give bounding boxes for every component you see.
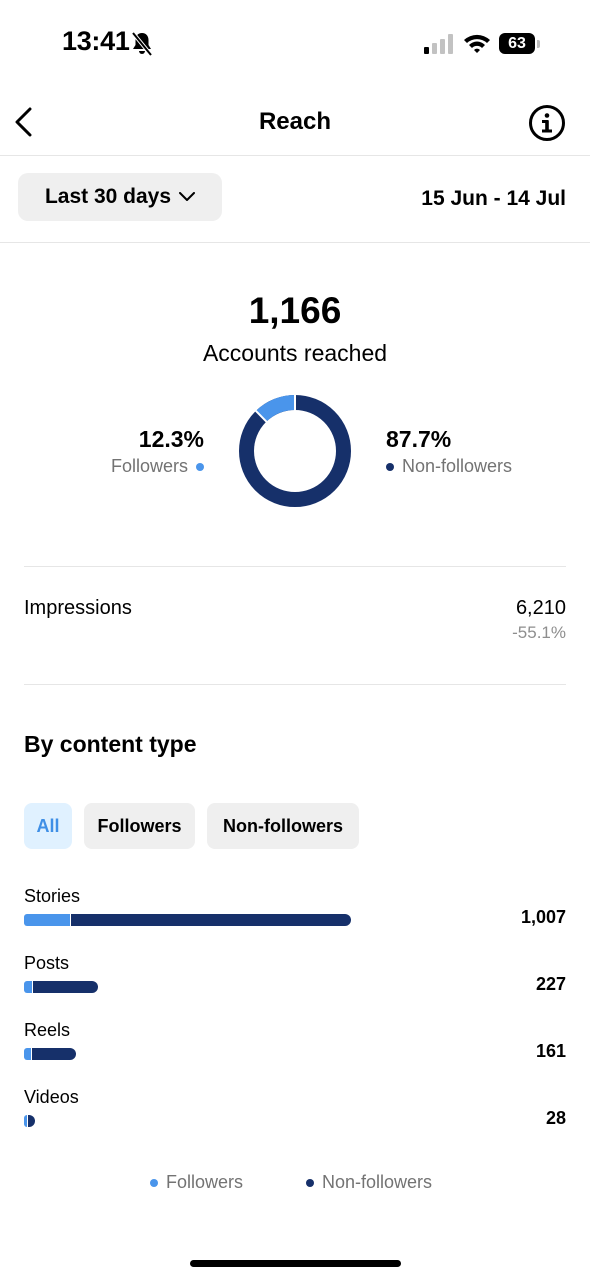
content-row-value: 227 — [535, 974, 566, 994]
content-row-bar — [24, 981, 98, 993]
non-followers-dot-icon — [386, 462, 394, 471]
home-indicator[interactable] — [190, 1260, 401, 1267]
accounts-reached-label: Accounts reached — [202, 340, 388, 366]
donut-followers-segment — [255, 395, 296, 422]
content-row-value: 1,007 — [520, 907, 566, 927]
bar-non-followers-segment — [33, 981, 98, 993]
non-followers-percentage: 87.7% — [386, 426, 452, 452]
content-row-label: Posts — [24, 953, 70, 973]
impressions-label: Impressions — [24, 597, 132, 619]
non-followers-dot-icon — [306, 1178, 314, 1187]
bell-slash-icon — [131, 31, 153, 57]
accounts-reached-total: 1,166 — [248, 290, 342, 331]
content-row-label: Reels — [24, 1020, 71, 1040]
content-row-bar — [24, 914, 351, 926]
content-row-label: Stories — [24, 886, 81, 906]
header-divider — [0, 155, 590, 156]
bar-non-followers-segment — [70, 914, 351, 926]
content-row-bar — [24, 1048, 77, 1060]
bar-non-followers-segment — [31, 1048, 77, 1060]
filter-chip-non-followers[interactable]: Non-followers — [207, 803, 359, 849]
filter-chip-followers[interactable]: Followers — [84, 803, 195, 849]
legend-followers: Followers — [150, 1172, 243, 1193]
content-row-bar — [24, 1115, 35, 1127]
bar-followers-segment — [24, 981, 33, 993]
content-row-label: Videos — [24, 1087, 79, 1107]
impressions-change: -55.1% — [512, 623, 566, 642]
battery-icon: 63 — [499, 33, 535, 54]
reach-donut-chart — [239, 395, 351, 507]
battery-level: 63 — [508, 34, 526, 52]
filter-divider — [0, 242, 590, 243]
non-followers-legend: Non-followers — [386, 456, 512, 477]
status-time: 13:41 — [62, 26, 130, 56]
page-title: Reach — [258, 108, 332, 135]
cellular-signal-icon — [424, 34, 453, 54]
summary-divider — [24, 566, 566, 567]
bar-non-followers-segment — [28, 1115, 35, 1127]
content-type-title: By content type — [24, 731, 197, 757]
legend-followers-label: Followers — [166, 1172, 244, 1192]
followers-dot-icon — [196, 462, 204, 471]
info-icon[interactable] — [528, 104, 566, 142]
bar-followers-segment — [24, 1115, 27, 1127]
content-row-value: 28 — [545, 1108, 566, 1128]
followers-percentage: 12.3% — [138, 426, 204, 452]
legend-non-followers-label: Non-followers — [322, 1172, 433, 1192]
followers-label: Followers — [110, 456, 188, 476]
bar-followers-segment — [24, 914, 70, 926]
non-followers-label: Non-followers — [402, 456, 513, 476]
battery-tip — [537, 40, 540, 48]
impressions-divider — [24, 684, 566, 685]
chevron-down-icon — [179, 192, 196, 201]
followers-legend: Followers — [111, 456, 204, 477]
content-row-value: 161 — [535, 1041, 566, 1061]
date-range-text: 15 Jun - 14 Jul — [421, 187, 566, 210]
followers-dot-icon — [150, 1178, 158, 1187]
impressions-value: 6,210 — [515, 597, 566, 619]
filter-chip-all[interactable]: All — [24, 803, 72, 849]
bar-followers-segment — [24, 1048, 31, 1060]
wifi-icon — [464, 34, 490, 53]
date-range-dropdown[interactable]: Last 30 days — [18, 173, 222, 221]
legend-non-followers: Non-followers — [306, 1172, 432, 1193]
date-range-selected: Last 30 days — [44, 185, 172, 208]
